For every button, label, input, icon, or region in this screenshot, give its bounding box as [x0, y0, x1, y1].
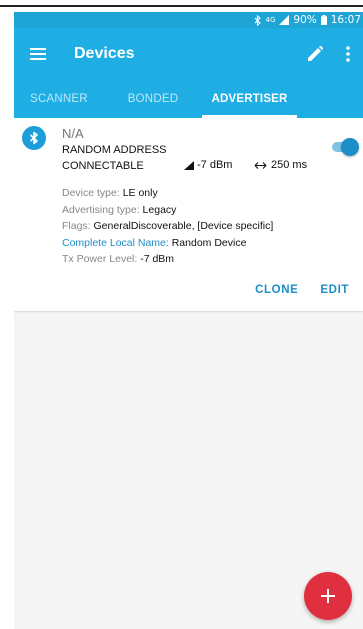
tab-bar: SCANNER BONDED ADVERTISER	[14, 79, 363, 118]
interval-value: 250 ms	[271, 159, 308, 171]
more-options-button[interactable]	[333, 28, 363, 79]
tx-power-value: -7 dBm	[197, 159, 233, 171]
device-type-value: LE only	[122, 187, 158, 199]
flags-row: Flags: GeneralDiscoverable, [Device spec…	[62, 218, 273, 235]
signal-strength-icon	[184, 160, 194, 170]
edit-advertiser-button[interactable]: EDIT	[320, 284, 349, 296]
status-time: 16:07	[330, 14, 361, 26]
toggle-knob	[341, 138, 359, 156]
tx-power-level-label: Tx Power Level:	[62, 253, 141, 265]
local-name-value: Random Device	[171, 236, 247, 249]
device-type-row: Device type: LE only	[62, 185, 273, 202]
flags-label: Flags:	[62, 220, 94, 232]
device-type-label: Device type:	[62, 187, 123, 199]
hamburger-menu-icon	[30, 47, 46, 60]
add-advertiser-fab[interactable]	[304, 572, 352, 620]
signal-icon	[279, 15, 290, 25]
battery-percent: 90%	[293, 14, 317, 26]
page-title: Devices	[74, 44, 135, 62]
advertiser-name: N/A	[62, 126, 84, 141]
more-vert-icon	[346, 45, 350, 62]
plus-icon	[321, 589, 335, 603]
app-bar: Devices	[14, 28, 363, 79]
local-name-row: Complete Local Name: Random Device	[62, 235, 273, 252]
battery-icon	[320, 15, 327, 25]
address-type: RANDOM ADDRESS	[62, 144, 167, 156]
tab-bonded[interactable]: BONDED	[104, 79, 202, 118]
flags-value: GeneralDiscoverable, [Device specific]	[93, 220, 274, 232]
top-border	[0, 0, 363, 12]
bluetooth-status-icon	[254, 14, 262, 26]
advertising-type-row: Advertising type: Legacy	[62, 202, 273, 219]
tx-power-indicator: -7 dBm	[184, 159, 232, 171]
advertiser-card[interactable]: N/A RANDOM ADDRESS CONNECTABLE -7 dBm 25…	[14, 118, 363, 311]
edit-button[interactable]	[297, 28, 333, 79]
card-actions: CLONE EDIT	[233, 284, 349, 296]
tx-power-level-value: -7 dBm	[140, 253, 175, 265]
menu-button[interactable]	[14, 28, 62, 79]
tx-power-level-row: Tx Power Level: -7 dBm	[62, 251, 273, 268]
interval-arrows-icon	[254, 161, 267, 169]
local-name-label: Complete Local Name:	[62, 236, 172, 249]
advertiser-details: Device type: LE only Advertising type: L…	[62, 185, 273, 268]
status-bar: 4G 90% 16:07	[14, 12, 363, 28]
clone-button[interactable]: CLONE	[255, 284, 298, 296]
advertising-type-value: Legacy	[142, 203, 177, 216]
phone-screen: 4G 90% 16:07 Devices SCANNER BONDED ADVE…	[14, 12, 363, 629]
connectable-status: CONNECTABLE	[62, 160, 144, 172]
tab-scanner[interactable]: SCANNER	[14, 79, 104, 118]
pencil-icon	[308, 45, 323, 61]
advertiser-toggle[interactable]	[332, 138, 359, 156]
interval-indicator: 250 ms	[254, 159, 307, 171]
bluetooth-icon	[22, 126, 46, 150]
advertising-type-label: Advertising type:	[62, 203, 143, 216]
tab-advertiser[interactable]: ADVERTISER	[202, 79, 297, 118]
network-type-label: 4G	[265, 16, 276, 24]
